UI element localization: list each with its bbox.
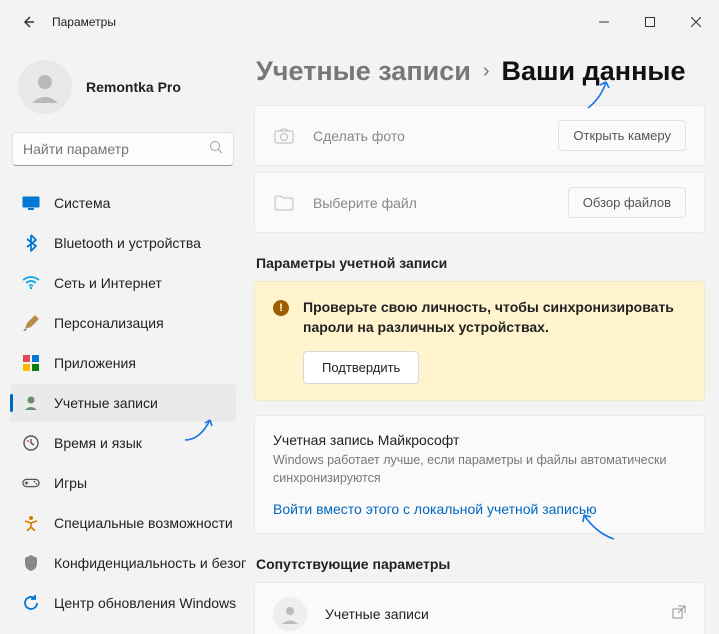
privacy-icon: [22, 554, 40, 572]
user-area[interactable]: Remontka Pro: [10, 52, 236, 132]
choose-file-row: Выберите файл Обзор файлов: [255, 173, 704, 232]
sidebar-item-label: Конфиденциальность и безопасность: [54, 555, 246, 571]
breadcrumb: Учетные записи › Ваши данные: [254, 56, 705, 87]
sidebar-item-time[interactable]: Время и язык: [10, 424, 236, 462]
sidebar-item-accounts[interactable]: Учетные записи: [10, 384, 236, 422]
search-icon: [209, 140, 223, 159]
nav-list: Система Bluetooth и устройства Сеть и Инте…: [10, 184, 236, 622]
sidebar-item-label: Персонализация: [54, 315, 164, 331]
sidebar-item-personalize[interactable]: Персонализация: [10, 304, 236, 342]
update-icon: [22, 594, 40, 612]
search-input[interactable]: [23, 141, 209, 157]
sidebar-item-label: Игры: [54, 475, 87, 491]
file-card: Выберите файл Обзор файлов: [254, 172, 705, 233]
gaming-icon: [22, 474, 40, 492]
sidebar-item-bluetooth[interactable]: Bluetooth и устройства: [10, 224, 236, 262]
choose-file-label: Выберите файл: [313, 195, 550, 211]
sidebar-item-label: Приложения: [54, 355, 136, 371]
related-card: Учетные записи: [254, 582, 705, 634]
sidebar-item-label: Время и язык: [54, 435, 142, 451]
verify-button[interactable]: Подтвердить: [303, 351, 419, 384]
maximize-icon: [645, 17, 655, 27]
section-related-heading: Сопутствующие параметры: [256, 556, 705, 572]
apps-icon: [22, 354, 40, 372]
sidebar-item-label: Центр обновления Windows: [54, 595, 236, 611]
sidebar-item-label: Учетные записи: [54, 395, 158, 411]
take-photo-label: Сделать фото: [313, 128, 540, 144]
search-box[interactable]: [12, 132, 234, 166]
user-name: Remontka Pro: [86, 79, 181, 95]
window-controls: [581, 6, 719, 38]
sidebar-item-apps[interactable]: Приложения: [10, 344, 236, 382]
bluetooth-icon: [22, 234, 40, 252]
accessibility-icon: [22, 514, 40, 532]
minimize-icon: [599, 17, 609, 27]
arrow-left-icon: [21, 15, 35, 29]
time-icon: [22, 434, 40, 452]
personalize-icon: [22, 314, 40, 332]
sidebar-item-network[interactable]: Сеть и Интернет: [10, 264, 236, 302]
photo-card: Сделать фото Открыть камеру: [254, 105, 705, 166]
sidebar-item-label: Система: [54, 195, 110, 211]
window-title: Параметры: [52, 15, 116, 29]
banner-text: Проверьте свою личность, чтобы синхрониз…: [303, 298, 686, 337]
section-account-heading: Параметры учетной записи: [256, 255, 705, 271]
camera-icon: [273, 125, 295, 147]
avatar: [18, 60, 72, 114]
breadcrumb-parent[interactable]: Учетные записи: [256, 56, 471, 87]
take-photo-row: Сделать фото Открыть камеру: [255, 106, 704, 165]
close-button[interactable]: [673, 6, 719, 38]
folder-icon: [273, 192, 295, 214]
local-account-link[interactable]: Войти вместо этого с локальной учетной з…: [273, 501, 686, 517]
content-area: Учетные записи › Ваши данные Сделать фот…: [246, 44, 719, 634]
sidebar-item-privacy[interactable]: Конфиденциальность и безопасность: [10, 544, 236, 582]
browse-files-button[interactable]: Обзор файлов: [568, 187, 686, 218]
sidebar-item-update[interactable]: Центр обновления Windows: [10, 584, 236, 622]
maximize-button[interactable]: [627, 6, 673, 38]
person-icon: [27, 69, 63, 105]
minimize-button[interactable]: [581, 6, 627, 38]
accounts-icon: [22, 394, 40, 412]
chevron-right-icon: ›: [483, 60, 490, 83]
sidebar: Remontka Pro Система Bluetooth и устройст…: [0, 44, 246, 634]
avatar-icon: [273, 597, 307, 631]
sidebar-item-accessibility[interactable]: Специальные возможности: [10, 504, 236, 542]
sidebar-item-gaming[interactable]: Игры: [10, 464, 236, 502]
external-link-icon: [672, 605, 686, 624]
sidebar-item-system[interactable]: Система: [10, 184, 236, 222]
open-camera-button[interactable]: Открыть камеру: [558, 120, 686, 151]
warning-icon: !: [273, 300, 289, 316]
verify-banner: ! Проверьте свою личность, чтобы синхрон…: [254, 281, 705, 401]
ms-account-card: Учетная запись Майкрософт Windows работа…: [254, 415, 705, 534]
ms-account-desc: Windows работает лучше, если параметры и…: [273, 452, 686, 487]
sidebar-item-label: Сеть и Интернет: [54, 275, 162, 291]
breadcrumb-current: Ваши данные: [502, 56, 686, 87]
close-icon: [691, 17, 701, 27]
sidebar-item-label: Bluetooth и устройства: [54, 235, 201, 251]
system-icon: [22, 194, 40, 212]
ms-account-title: Учетная запись Майкрософт: [273, 432, 686, 448]
titlebar: Параметры: [0, 0, 719, 44]
related-accounts-row[interactable]: Учетные записи: [255, 583, 704, 634]
related-label: Учетные записи: [325, 606, 654, 622]
network-icon: [22, 274, 40, 292]
sidebar-item-label: Специальные возможности: [54, 515, 233, 531]
back-button[interactable]: [18, 12, 38, 32]
